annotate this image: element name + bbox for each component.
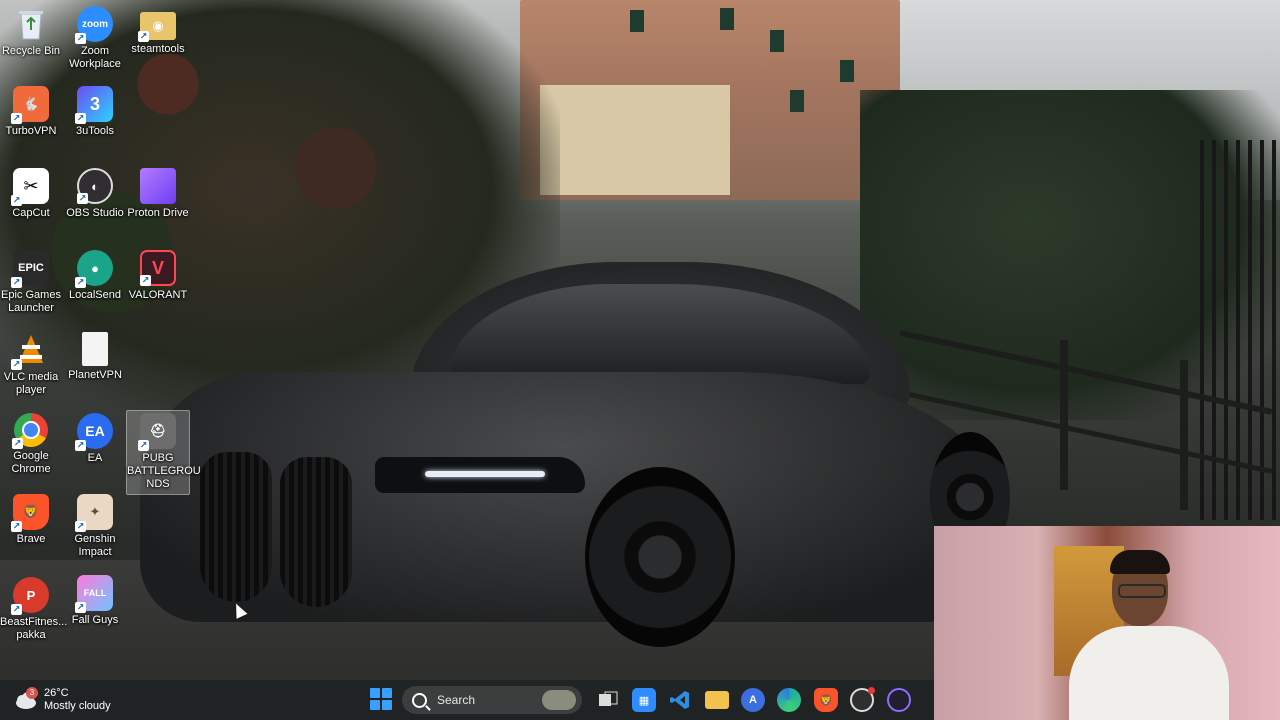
chatgpt-icon[interactable] <box>850 687 875 712</box>
desktop-icon-zoom[interactable]: zoom ↗ Zoom Workplace <box>64 6 126 71</box>
desktop-icon-proton-drive[interactable]: Proton Drive <box>127 168 189 220</box>
edge-icon[interactable] <box>777 688 801 712</box>
desktop-icon-epic-games[interactable]: EPIC ↗ Epic Games Launcher <box>0 250 62 315</box>
epic-games-icon: EPIC ↗ <box>11 250 49 288</box>
desktop-icon-obs-studio[interactable]: ◐ ↗ OBS Studio <box>64 168 126 220</box>
desktop-icon-steamtools[interactable]: ◉ ↗ steamtools <box>127 6 189 56</box>
desktop-icon-pubg[interactable]: ⛑ ↗ PUBG BATTLEGROU NDS <box>126 410 201 495</box>
desktop-icon-google-chrome[interactable]: ↗ Google Chrome <box>0 413 62 476</box>
file-explorer-icon[interactable] <box>705 691 729 709</box>
search-icon <box>412 692 427 708</box>
3utools-icon: 3 ↗ <box>75 86 113 124</box>
search-highlight-icon <box>542 690 576 710</box>
start-button[interactable] <box>370 688 392 710</box>
obs-icon: ◐ ↗ <box>77 168 113 204</box>
desktop-icon-fall-guys[interactable]: FALL ↗ Fall Guys <box>64 575 126 627</box>
capcut-icon: ✂ ↗ <box>11 168 49 206</box>
desktop-icon-turbovpn[interactable]: 🐇 ↗ TurboVPN <box>0 86 62 138</box>
desktop-icon-valorant[interactable]: V ↗ VALORANT <box>127 250 189 302</box>
file-icon <box>82 332 108 366</box>
desktop-icon-brave[interactable]: 🦁 ↗ Brave <box>0 494 62 546</box>
desktop-icon-genshin-impact[interactable]: ✦ ↗ Genshin Impact <box>64 494 126 559</box>
wallpaper-house <box>540 85 730 195</box>
windows-logo-icon <box>370 688 380 698</box>
brave-icon: 🦁 ↗ <box>11 494 49 532</box>
genshin-icon: ✦ ↗ <box>75 494 113 532</box>
weather-widget[interactable]: 3 26°C Mostly cloudy <box>12 684 111 716</box>
recycle-bin-icon <box>13 6 49 42</box>
desktop-icon-localsend[interactable]: ● ↗ LocalSend <box>64 250 126 302</box>
webcam-overlay <box>934 526 1280 720</box>
app-a-icon[interactable]: A <box>741 688 765 712</box>
folder-icon <box>140 168 176 204</box>
wallpaper-car <box>140 262 1010 662</box>
desktop-icon-capcut[interactable]: ✂ ↗ CapCut <box>0 168 62 220</box>
desktop-icon-ea[interactable]: EA ↗ EA <box>64 413 126 465</box>
vlc-icon: ↗ <box>11 332 49 370</box>
pubg-icon: ⛑ ↗ <box>138 413 176 451</box>
desktop-icon-recycle-bin[interactable]: Recycle Bin <box>0 6 62 58</box>
desktop-icon-planetvpn[interactable]: PlanetVPN <box>64 332 126 382</box>
weather-badge: 3 <box>26 687 38 699</box>
microsoft-store-icon[interactable]: ▦ <box>632 688 656 712</box>
localsend-icon: ● ↗ <box>75 250 113 288</box>
chrome-icon: ↗ <box>12 413 48 449</box>
brave-taskbar-icon[interactable]: 🦁 <box>814 688 838 712</box>
weather-condition: Mostly cloudy <box>44 700 111 712</box>
folder-icon: ◉ ↗ <box>138 12 176 42</box>
search-label: Search <box>437 693 476 707</box>
zoom-icon: zoom ↗ <box>75 6 113 44</box>
cloud-icon: 3 <box>12 687 38 711</box>
fall-guys-icon: FALL ↗ <box>75 575 113 613</box>
ea-icon: EA ↗ <box>75 413 113 451</box>
turbovpn-icon: 🐇 ↗ <box>11 86 49 124</box>
task-view-button[interactable] <box>596 688 620 712</box>
weather-temp: 26°C <box>44 687 69 699</box>
desktop-icon-vlc[interactable]: ↗ VLC media player <box>0 332 62 397</box>
beastfitness-icon: P ↗ <box>11 577 49 615</box>
valorant-icon: V ↗ <box>140 250 176 286</box>
app-circle-icon[interactable] <box>887 688 911 712</box>
taskbar-search[interactable]: Search <box>402 686 582 714</box>
vscode-icon[interactable] <box>668 688 692 712</box>
desktop-icon-beastfitness[interactable]: P ↗ BeastFitnes... pakka <box>0 577 67 642</box>
desktop-icon-3utools[interactable]: 3 ↗ 3uTools <box>64 86 126 138</box>
